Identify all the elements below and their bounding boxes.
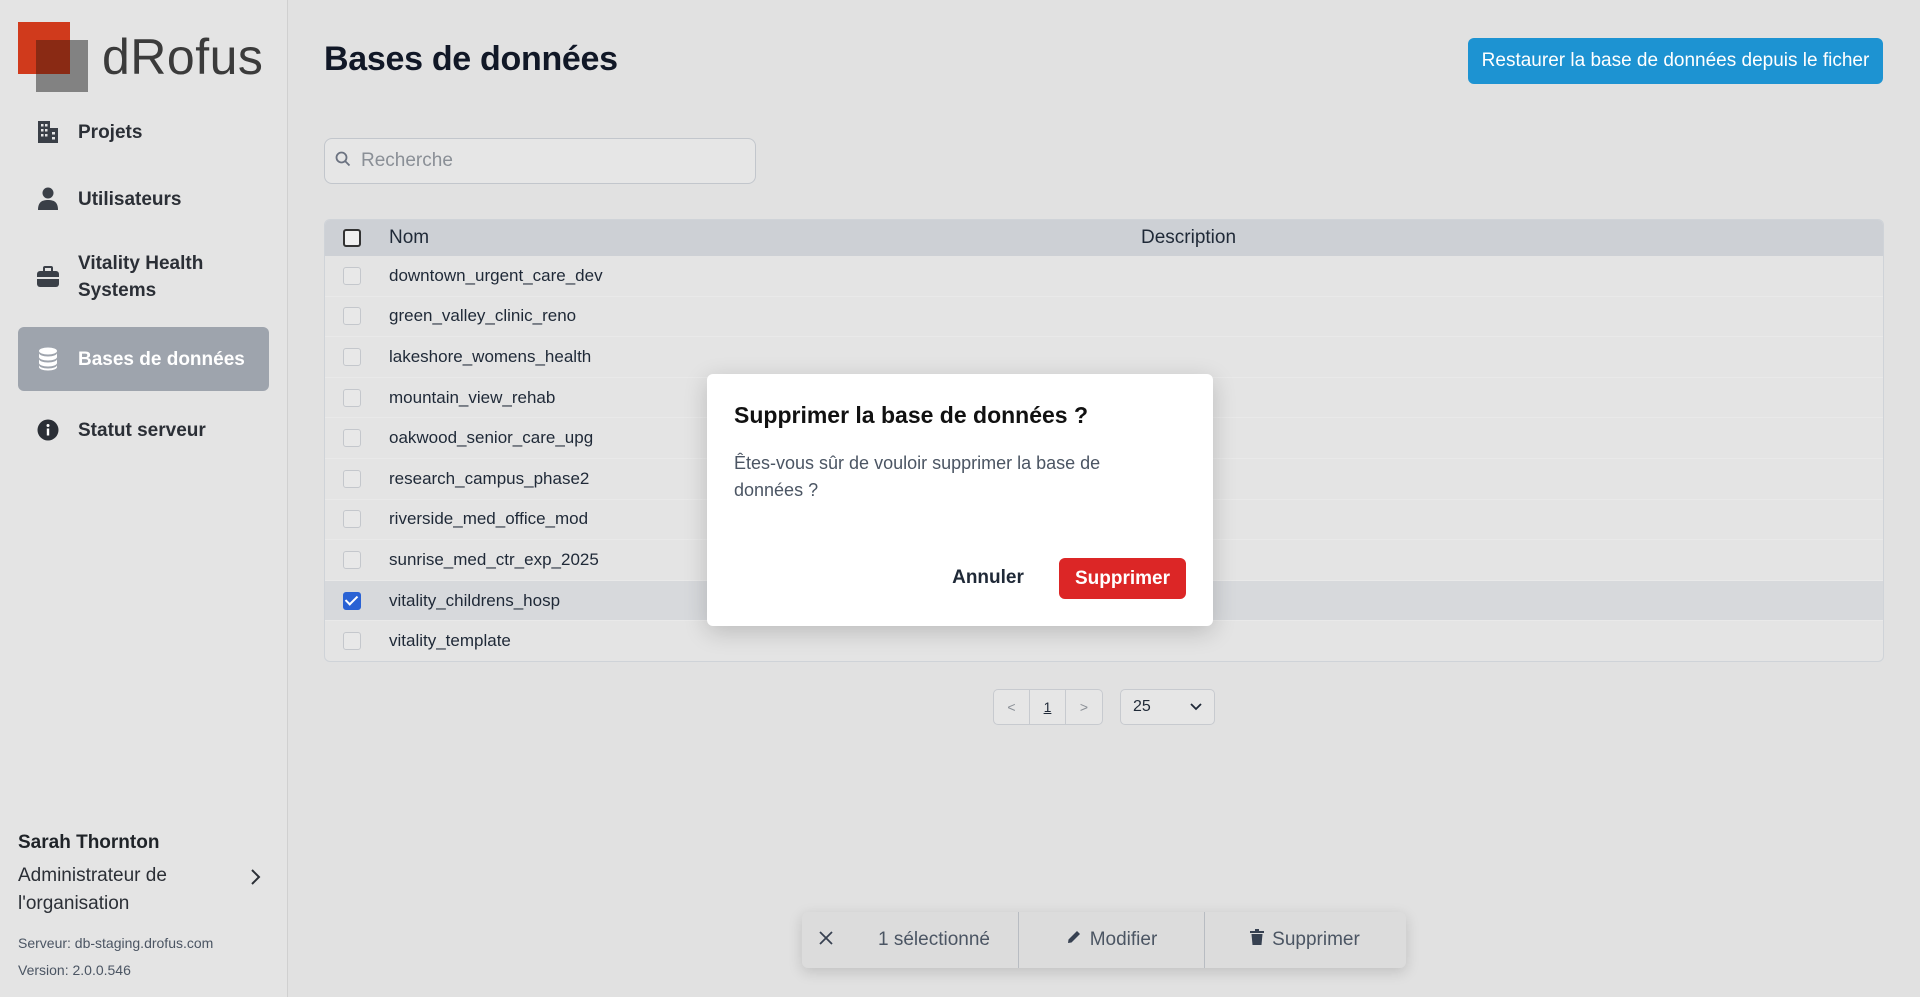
edit-button[interactable]: Modifier (1019, 912, 1205, 968)
selection-action-bar: 1 sélectionné Modifier Supprimer (802, 912, 1406, 968)
sidebar-item-statut-serveur[interactable]: Statut serveur (18, 402, 269, 458)
trash-icon (1250, 929, 1272, 951)
chevron-right-icon[interactable] (250, 868, 262, 891)
table-row[interactable]: lakeshore_womens_health (325, 337, 1883, 378)
chevron-down-icon (1190, 698, 1202, 716)
search-icon (335, 151, 351, 172)
row-name: riverside_med_office_mod (389, 509, 589, 529)
row-checkbox-checked[interactable] (343, 591, 361, 610)
sidebar-item-label: Projets (78, 121, 143, 143)
delete-confirm-dialog: Supprimer la base de données ? Êtes-vous… (707, 374, 1213, 626)
sidebar-item-label: Bases de données (78, 348, 245, 370)
row-checkbox[interactable] (343, 510, 361, 529)
pencil-icon (1066, 929, 1090, 951)
sidebar: dRofus Projets Utilisateurs Vitality Hea… (0, 0, 288, 997)
page-title: Bases de données (324, 40, 618, 78)
sidebar-item-utilisateurs[interactable]: Utilisateurs (18, 171, 269, 227)
logo[interactable]: dRofus (18, 22, 263, 92)
row-checkbox[interactable] (343, 632, 361, 651)
page-size-value: 25 (1133, 698, 1151, 715)
delete-label: Supprimer (1272, 929, 1360, 950)
prev-page-button[interactable]: < (994, 690, 1030, 724)
page-number-button[interactable]: 1 (1030, 690, 1066, 724)
row-checkbox[interactable] (343, 550, 361, 569)
column-header-description[interactable]: Description (1141, 227, 1236, 249)
row-name: lakeshore_womens_health (389, 346, 592, 366)
version-info: Version: 2.0.0.546 (18, 962, 131, 978)
row-checkbox[interactable] (343, 307, 361, 326)
row-name: oakwood_senior_care_upg (389, 428, 594, 448)
row-name: mountain_view_rehab (389, 387, 556, 407)
table-row[interactable]: downtown_urgent_care_dev (325, 256, 1883, 297)
sidebar-item-label: Vitality Health Systems (78, 253, 204, 301)
sidebar-nav: Projets Utilisateurs Vitality Health Sys… (18, 104, 269, 469)
clear-selection-button[interactable] (802, 912, 858, 968)
briefcase-icon (36, 265, 60, 289)
user-name: Sarah Thornton (18, 832, 160, 853)
row-checkbox[interactable] (343, 388, 361, 407)
user-role: Administrateur de l'organisation (18, 865, 167, 914)
delete-button[interactable]: Supprimer (1205, 912, 1405, 968)
search-input[interactable] (361, 150, 741, 172)
row-checkbox[interactable] (343, 469, 361, 488)
search-box[interactable] (324, 138, 756, 184)
row-name: green_valley_clinic_reno (389, 306, 577, 326)
logo-text: dRofus (102, 29, 264, 85)
sidebar-item-organisation[interactable]: Vitality Health Systems (18, 238, 269, 316)
table-row[interactable]: green_valley_clinic_reno (325, 297, 1883, 338)
restore-database-button[interactable]: Restaurer la base de données depuis le f… (1468, 38, 1883, 84)
server-info: Serveur: db-staging.drofus.com (18, 935, 214, 951)
confirm-delete-button[interactable]: Supprimer (1059, 558, 1186, 599)
info-icon (36, 418, 60, 442)
row-name: downtown_urgent_care_dev (389, 265, 603, 285)
row-checkbox[interactable] (343, 347, 361, 366)
row-name: vitality_childrens_hosp (389, 590, 561, 610)
dialog-message: Êtes-vous sûr de vouloir supprimer la ba… (734, 453, 1101, 500)
sidebar-item-label: Statut serveur (78, 419, 206, 441)
select-all-checkbox[interactable] (343, 229, 361, 247)
row-checkbox[interactable] (343, 429, 361, 448)
row-name: research_campus_phase2 (389, 468, 590, 488)
next-page-button[interactable]: > (1066, 690, 1102, 724)
row-name: sunrise_med_ctr_exp_2025 (389, 549, 599, 569)
user-panel[interactable]: Sarah Thornton Administrateur de l'organ… (18, 832, 268, 918)
user-icon (36, 187, 60, 211)
building-icon (36, 120, 60, 144)
row-name: vitality_template (389, 631, 511, 651)
close-icon (819, 929, 841, 951)
sidebar-item-projets[interactable]: Projets (18, 104, 269, 160)
selection-count: 1 sélectionné (858, 912, 1019, 968)
table-header: Nom Description (325, 220, 1883, 256)
dialog-title: Supprimer la base de données ? (734, 402, 1089, 428)
sidebar-item-label: Utilisateurs (78, 188, 182, 210)
sidebar-item-bases-de-donnees[interactable]: Bases de données (18, 327, 269, 391)
logo-mark-icon (18, 22, 88, 92)
page-size-select[interactable]: 25 (1120, 689, 1215, 725)
database-icon (36, 347, 60, 371)
edit-label: Modifier (1089, 929, 1158, 950)
table-row[interactable]: vitality_template (325, 621, 1883, 661)
pagination: < 1 > (993, 689, 1103, 725)
cancel-button[interactable]: Annuler (943, 558, 1033, 598)
column-header-nom[interactable]: Nom (389, 227, 429, 249)
row-checkbox[interactable] (343, 266, 361, 285)
